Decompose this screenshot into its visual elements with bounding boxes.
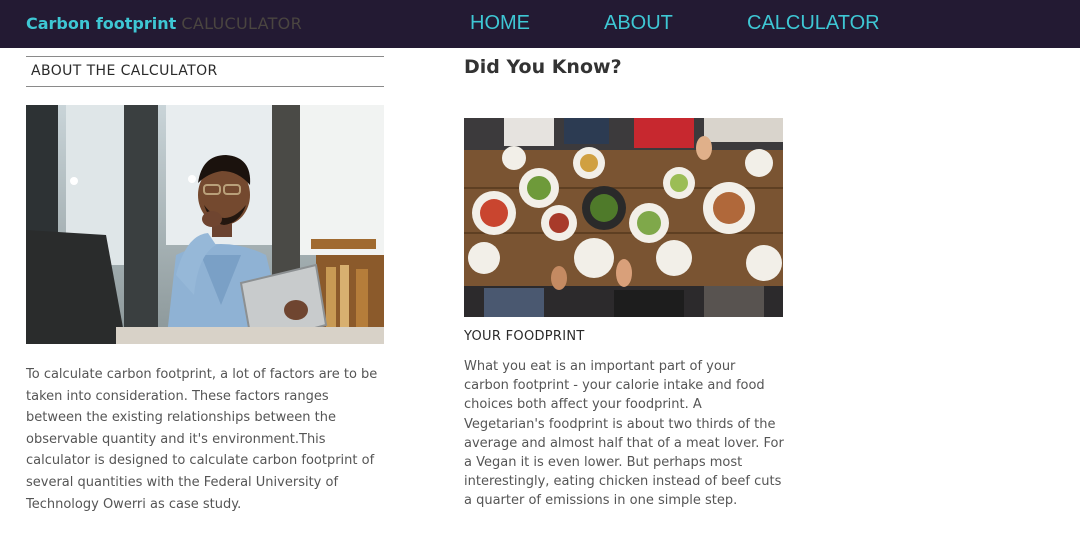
top-navbar: Carbon footprint CALUCULATOR HOME ABOUT … (0, 0, 1080, 48)
about-heading: ABOUT THE CALCULATOR (26, 56, 384, 87)
nav-calculator-link[interactable]: CALCULATOR (747, 12, 880, 35)
about-description: To calculate carbon footprint, a lot of … (26, 367, 378, 512)
did-you-know-heading: Did You Know? (464, 56, 622, 78)
brand-logo[interactable]: Carbon footprint CALUCULATOR (26, 14, 302, 33)
nav-home-link[interactable]: HOME (470, 12, 530, 35)
food-table-photo (464, 118, 783, 317)
nav-about-link[interactable]: ABOUT (604, 12, 673, 35)
foodprint-title: YOUR FOODPRINT (464, 329, 585, 344)
man-with-tablet-photo (26, 105, 384, 344)
about-section: ABOUT THE CALCULATOR To calculate carbon… (26, 48, 384, 512)
foodprint-description: What you eat is an important part of you… (464, 359, 784, 509)
brand-title: Carbon footprint (26, 14, 177, 33)
brand-subtitle: CALUCULATOR (181, 14, 302, 33)
